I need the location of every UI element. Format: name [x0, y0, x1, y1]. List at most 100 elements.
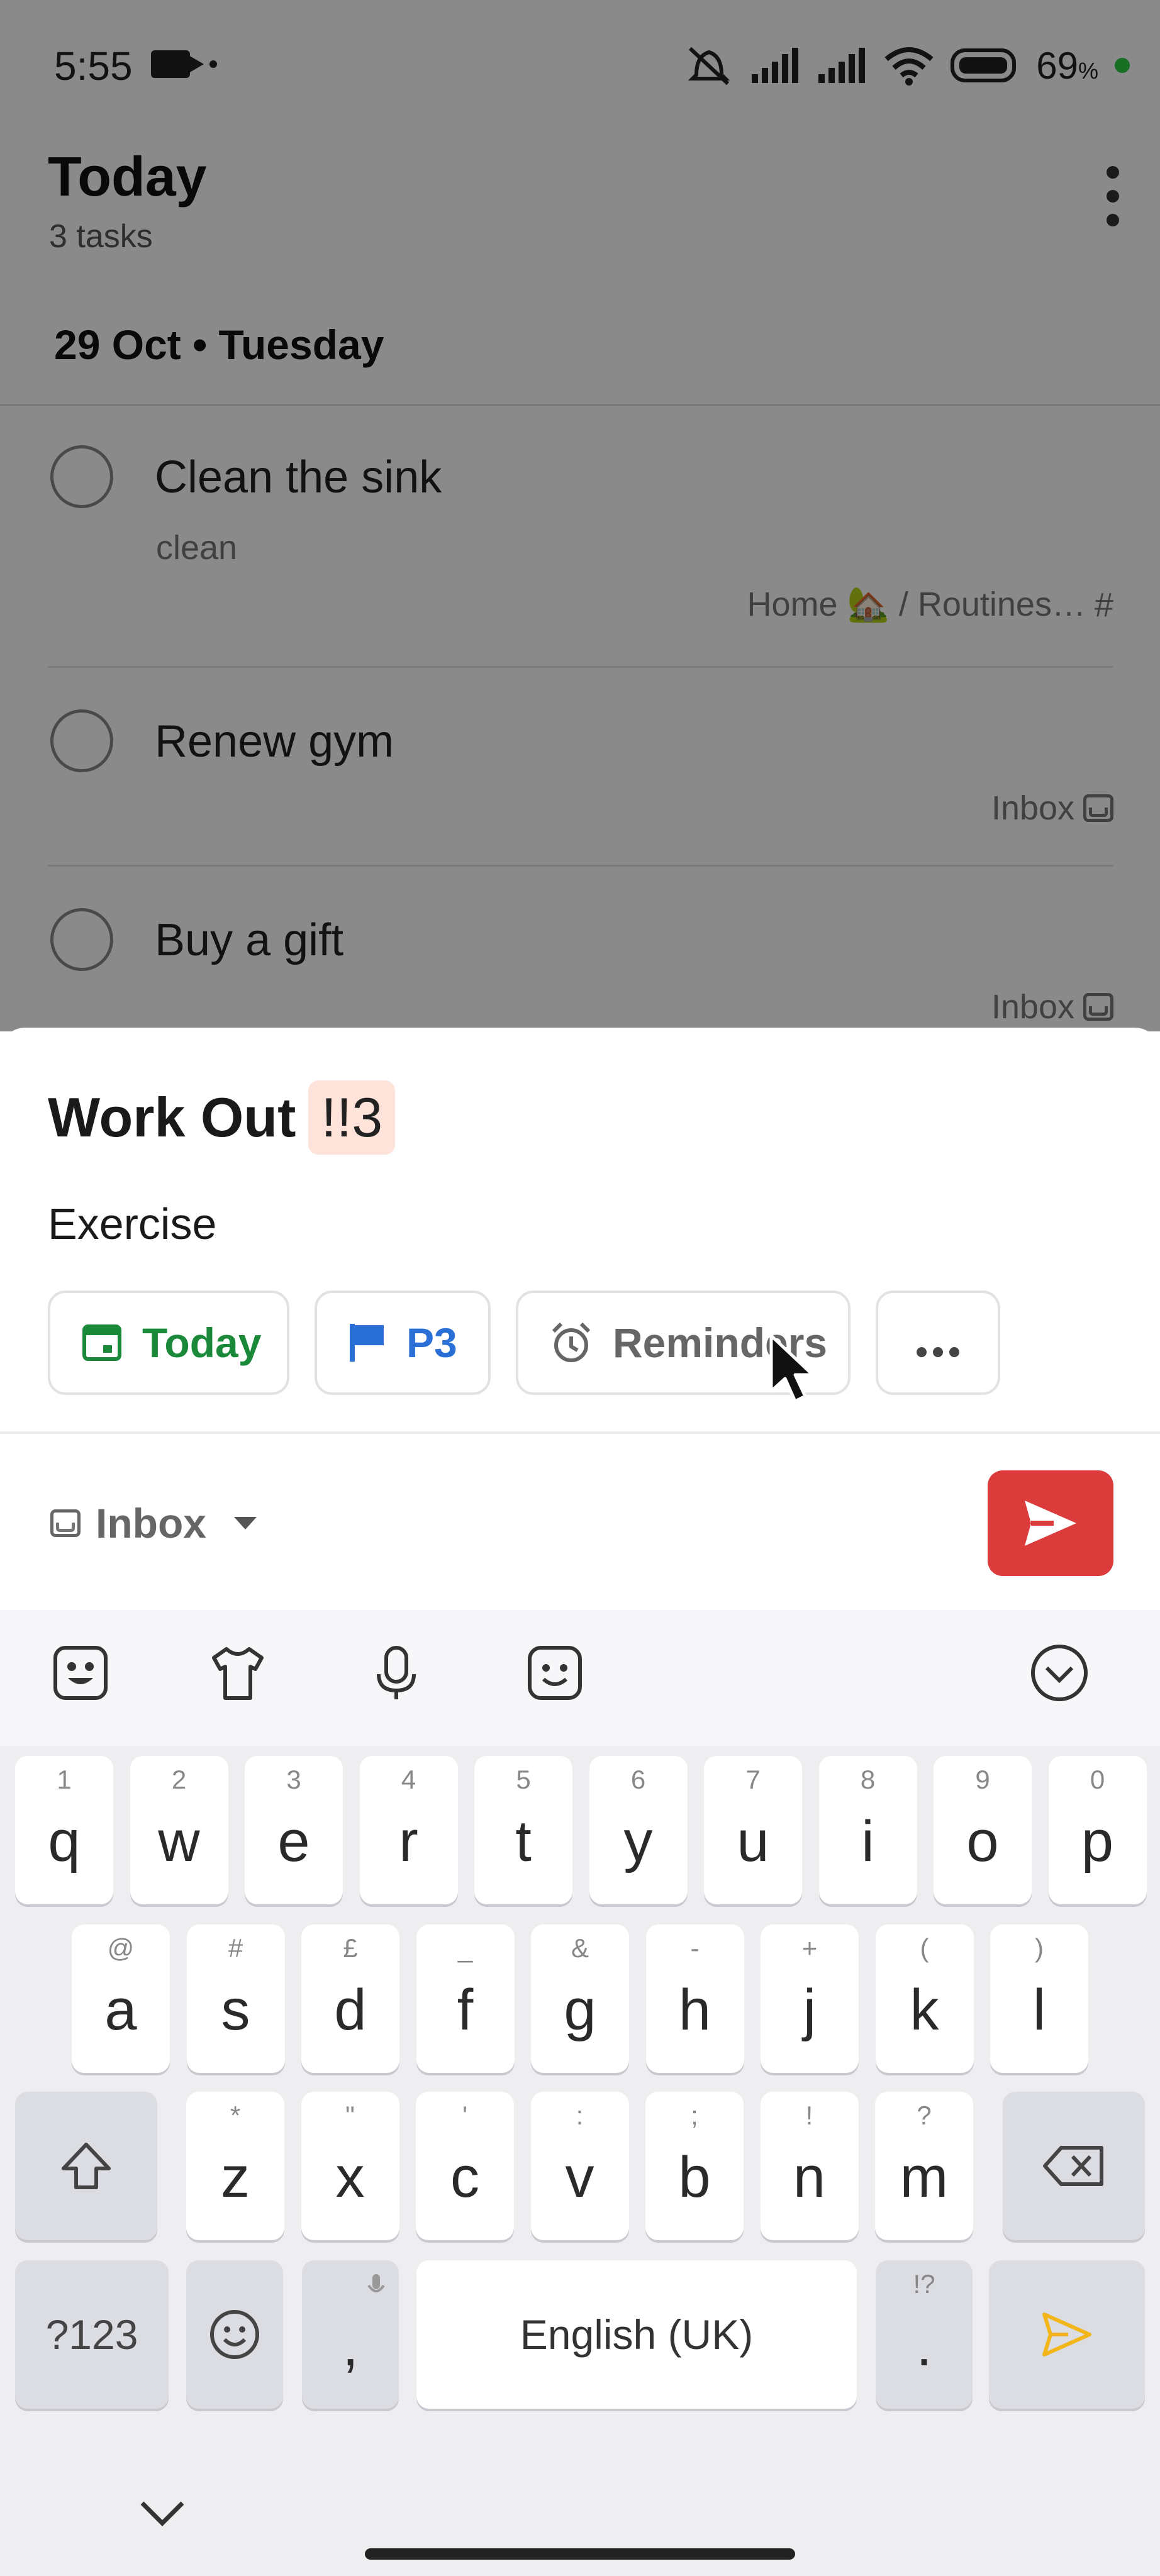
key-hint: 9 — [975, 1765, 990, 1794]
key-label: m — [900, 2145, 949, 2209]
key-hint: : — [576, 2101, 584, 2130]
hide-keyboard-chevron-icon[interactable] — [137, 2496, 187, 2533]
priority-label: P3 — [406, 1319, 457, 1366]
key-y[interactable]: 6y — [589, 1756, 688, 1904]
chevron-down-icon — [234, 1517, 257, 1530]
key-label: n — [793, 2145, 826, 2209]
priority-chip[interactable]: P3 — [315, 1291, 491, 1395]
key-v[interactable]: :v — [530, 2092, 629, 2240]
key-s[interactable]: # s — [186, 1924, 285, 2073]
key-hint: + — [801, 1933, 818, 1963]
key-k[interactable]: (k — [875, 1924, 974, 2073]
space-key[interactable]: English (UK) — [416, 2260, 857, 2409]
symbols-key-label: ?123 — [45, 2311, 138, 2358]
key-label: b — [678, 2145, 711, 2209]
key-g[interactable]: & g — [531, 1924, 629, 2073]
key-m[interactable]: ? m — [875, 2092, 973, 2240]
backspace-key[interactable] — [1003, 2092, 1145, 2240]
key-hint: 8 — [860, 1765, 876, 1794]
key-hint: " — [345, 2101, 355, 2130]
emoji-key[interactable] — [186, 2260, 283, 2409]
key-label: p — [1081, 1809, 1114, 1874]
key-p[interactable]: 0p — [1048, 1756, 1147, 1904]
key-label: q — [48, 1809, 81, 1874]
gesture-nav-bar[interactable] — [365, 2548, 795, 2560]
send-icon — [1025, 1501, 1076, 1546]
key-z[interactable]: * z — [186, 2092, 284, 2240]
key-hint: * — [230, 2101, 241, 2130]
modal-scrim[interactable] — [0, 0, 1160, 1031]
task-name-input[interactable]: Work Out !!3 — [48, 1080, 396, 1155]
voice-hint-icon — [367, 2274, 385, 2292]
keyboard-toolbar — [0, 1610, 1160, 1746]
key-hint: 3 — [286, 1765, 301, 1794]
more-actions-chip[interactable] — [876, 1291, 1000, 1395]
soft-keyboard: 1q2w3e4r5t6y7u8i9o0p @ a # s £ d _ f & g - h + j(k) l … — [0, 1610, 1160, 2576]
key-h[interactable]: -h — [645, 1924, 744, 2073]
key-hint: 2 — [171, 1765, 187, 1794]
key-j[interactable]: + j — [761, 1924, 859, 2073]
key-q[interactable]: 1q — [15, 1756, 113, 1904]
key-w[interactable]: 2w — [130, 1756, 228, 1904]
key-l[interactable]: ) l — [990, 1924, 1088, 2073]
space-key-label: English (UK) — [520, 2311, 754, 2358]
enter-key[interactable] — [989, 2260, 1145, 2409]
key-hint: 5 — [516, 1765, 531, 1794]
theme-shirt-icon[interactable] — [208, 1643, 268, 1703]
key-hint: ) — [1035, 1933, 1044, 1963]
key-hint: @ — [107, 1933, 135, 1963]
add-task-button[interactable] — [988, 1470, 1113, 1576]
key-hint: ' — [462, 2101, 468, 2130]
due-date-chip[interactable]: Today — [48, 1291, 289, 1395]
key-hint: 0 — [1090, 1765, 1105, 1794]
key-hint: ! — [805, 2101, 813, 2130]
project-label: Inbox — [96, 1500, 206, 1546]
send-arrow-icon — [1042, 2312, 1091, 2357]
key-d[interactable]: £ d — [301, 1924, 399, 2073]
key-label: f — [457, 1977, 474, 2042]
key-hint: £ — [343, 1933, 358, 1963]
key-label: w — [158, 1809, 200, 1874]
key-label: k — [910, 1977, 939, 2042]
key-n[interactable]: ! n — [760, 2092, 859, 2240]
key-label: l — [1032, 1977, 1046, 2042]
key-label: t — [515, 1809, 532, 1874]
key-a[interactable]: @ a — [72, 1924, 170, 2073]
key-t[interactable]: 5t — [474, 1756, 572, 1904]
key-i[interactable]: 8i — [818, 1756, 917, 1904]
key-hint: ? — [917, 2101, 932, 2130]
key-b[interactable]: ; b — [645, 2092, 744, 2240]
key-e[interactable]: 3e — [245, 1756, 343, 1904]
task-description-input[interactable]: Exercise — [48, 1199, 216, 1249]
shift-key[interactable] — [15, 2092, 157, 2240]
key-label: v — [565, 2145, 594, 2209]
period-key[interactable]: !? . — [876, 2260, 973, 2409]
key-label: o — [966, 1809, 999, 1874]
collapse-keyboard-icon[interactable] — [1029, 1643, 1090, 1703]
key-o[interactable]: 9o — [934, 1756, 1032, 1904]
key-f[interactable]: _ f — [416, 1924, 515, 2073]
project-selector[interactable]: Inbox — [50, 1499, 257, 1547]
inbox-icon — [50, 1509, 81, 1537]
shift-icon — [62, 2143, 111, 2189]
mouse-pointer-icon — [769, 1334, 815, 1403]
key-label: h — [678, 1977, 711, 2042]
key-hint: _ — [457, 1933, 473, 1963]
key-label: a — [104, 1977, 137, 2042]
symbols-key[interactable]: ?123 — [15, 2260, 169, 2409]
key-u[interactable]: 7u — [704, 1756, 802, 1904]
key-hint: 6 — [630, 1765, 646, 1794]
key-c[interactable]: ' c — [416, 2092, 514, 2240]
sticker-icon[interactable] — [50, 1643, 111, 1703]
key-hint: - — [690, 1933, 700, 1963]
key-hint: 7 — [745, 1765, 761, 1794]
quick-add-sheet: Work Out !!3 Exercise Today P3 Reminders — [0, 1028, 1160, 1613]
microphone-icon[interactable] — [366, 1643, 427, 1703]
emoji-icon[interactable] — [525, 1643, 585, 1703]
priority-token: !!3 — [308, 1080, 396, 1155]
comma-key[interactable]: , — [302, 2260, 399, 2409]
calendar-icon — [82, 1324, 121, 1361]
key-x[interactable]: " x — [301, 2092, 399, 2240]
key-label: d — [334, 1977, 367, 2042]
key-r[interactable]: 4r — [359, 1756, 458, 1904]
